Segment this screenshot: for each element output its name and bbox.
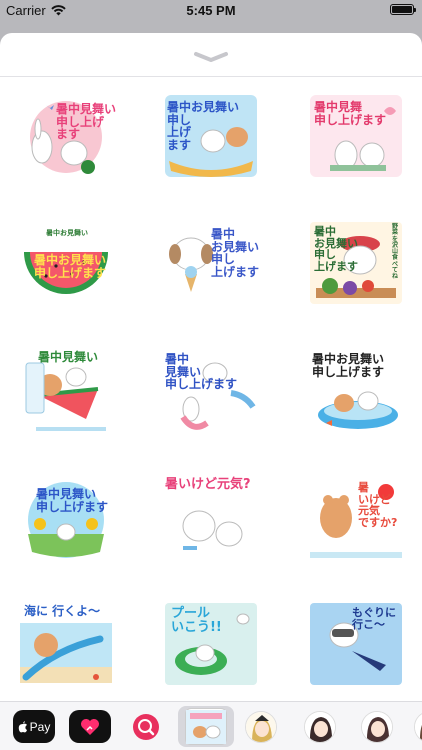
sticker-9[interactable]: 暑中お見舞い 申し上げます — [306, 345, 406, 435]
sticker-caption: プール いこう!! — [171, 606, 222, 635]
heart-icon — [81, 718, 99, 735]
apple-pay-icon — [18, 720, 27, 732]
divider — [0, 76, 422, 77]
sticker-caption: もぐりに 行こ〜 — [352, 606, 396, 631]
sticker-15[interactable]: もぐりに 行こ〜 — [306, 599, 406, 689]
collapse-chevron-icon[interactable] — [186, 47, 236, 67]
sticker-11[interactable]: 暑いけど元気? — [161, 472, 261, 562]
sticker-10[interactable]: 暑中見舞い 申し上げます — [16, 472, 116, 562]
anime-girl-icon — [305, 712, 335, 742]
sticker-caption: 暑中お見舞い 申し上げます — [312, 352, 385, 379]
sticker-caption: 暑中お見舞い 申し上げます — [34, 253, 107, 280]
sticker-2[interactable]: 暑中お見舞い 申し 上げ ます — [161, 91, 261, 181]
battery-icon — [390, 4, 416, 15]
apple-pay-button[interactable]: Pay — [13, 710, 55, 743]
sticker-app-avatar-1[interactable] — [245, 711, 277, 743]
clock: 5:45 PM — [186, 3, 236, 18]
sticker-caption: 海に 行くよ〜 — [24, 604, 101, 618]
sticker-app-avatar-2[interactable] — [304, 711, 336, 743]
sticker-1[interactable]: 暑中見舞い 申し上げ ます — [16, 91, 116, 181]
sticker-caption: 暑中見舞い 申し上げます — [36, 487, 109, 514]
sticker-12[interactable]: 暑 いけど 元気 ですか? — [306, 472, 406, 562]
sticker-small-caption: 暑中お見舞い — [46, 229, 88, 237]
anime-girl-icon — [362, 712, 392, 742]
apple-pay-label: Pay — [29, 719, 51, 734]
sticker-side-caption: 野菜を沢山食べてね — [392, 223, 399, 281]
sticker-caption: 暑中 お見舞い 申し 上げます — [314, 225, 358, 273]
sticker-caption: 暑中 見舞い 申し上げます — [165, 352, 238, 392]
sticker-caption: 暑いけど元気? — [165, 477, 251, 492]
sticker-3[interactable]: 暑中見舞 申し上げます — [306, 91, 406, 181]
sticker-caption: 暑中見舞い — [38, 350, 99, 364]
sticker-14[interactable]: プール いこう!! — [161, 599, 261, 689]
sticker-app-avatar-4[interactable] — [414, 711, 422, 743]
sticker-pack-icon — [186, 709, 226, 744]
sticker-caption: 暑中見舞 申し上げます — [314, 100, 387, 127]
search-images-button[interactable] — [125, 710, 167, 743]
sticker-caption: 暑中 お見舞い 申し 上げます — [211, 227, 260, 279]
sticker-5[interactable]: 暑中 お見舞い 申し 上げます — [161, 218, 261, 308]
sticker-7[interactable]: 暑中見舞い — [16, 345, 116, 435]
status-bar: Carrier 5:45 PM — [0, 0, 422, 22]
sticker-6[interactable]: 暑中 お見舞い 申し 上げます 野菜を沢山食べてね — [306, 218, 406, 308]
search-globe-icon — [133, 713, 159, 740]
digital-touch-button[interactable] — [69, 710, 111, 743]
app-drawer: Pay — [0, 701, 422, 750]
sticker-4[interactable]: 暑中お見舞い 暑中お見舞い 申し上げます — [16, 218, 116, 308]
sticker-caption: 暑中お見舞い 申し 上げ ます — [167, 100, 240, 152]
sticker-app-avatar-3[interactable] — [361, 711, 393, 743]
anime-girl-icon — [246, 712, 276, 742]
sticker-13[interactable]: 海に 行くよ〜 — [16, 599, 116, 689]
sticker-pack-app-button[interactable] — [185, 708, 227, 745]
anime-girl-icon — [415, 712, 422, 742]
sticker-sheet: 暑中見舞い 申し上げ ます 暑中お見舞い 申し 上げ ます 暑中見舞 申し上げま… — [0, 33, 422, 750]
sticker-caption: 暑 いけど 元気 ですか? — [358, 481, 398, 529]
sticker-caption: 暑中見舞い 申し上げ ます — [56, 102, 117, 142]
sticker-8[interactable]: 暑中 見舞い 申し上げます — [161, 345, 261, 435]
